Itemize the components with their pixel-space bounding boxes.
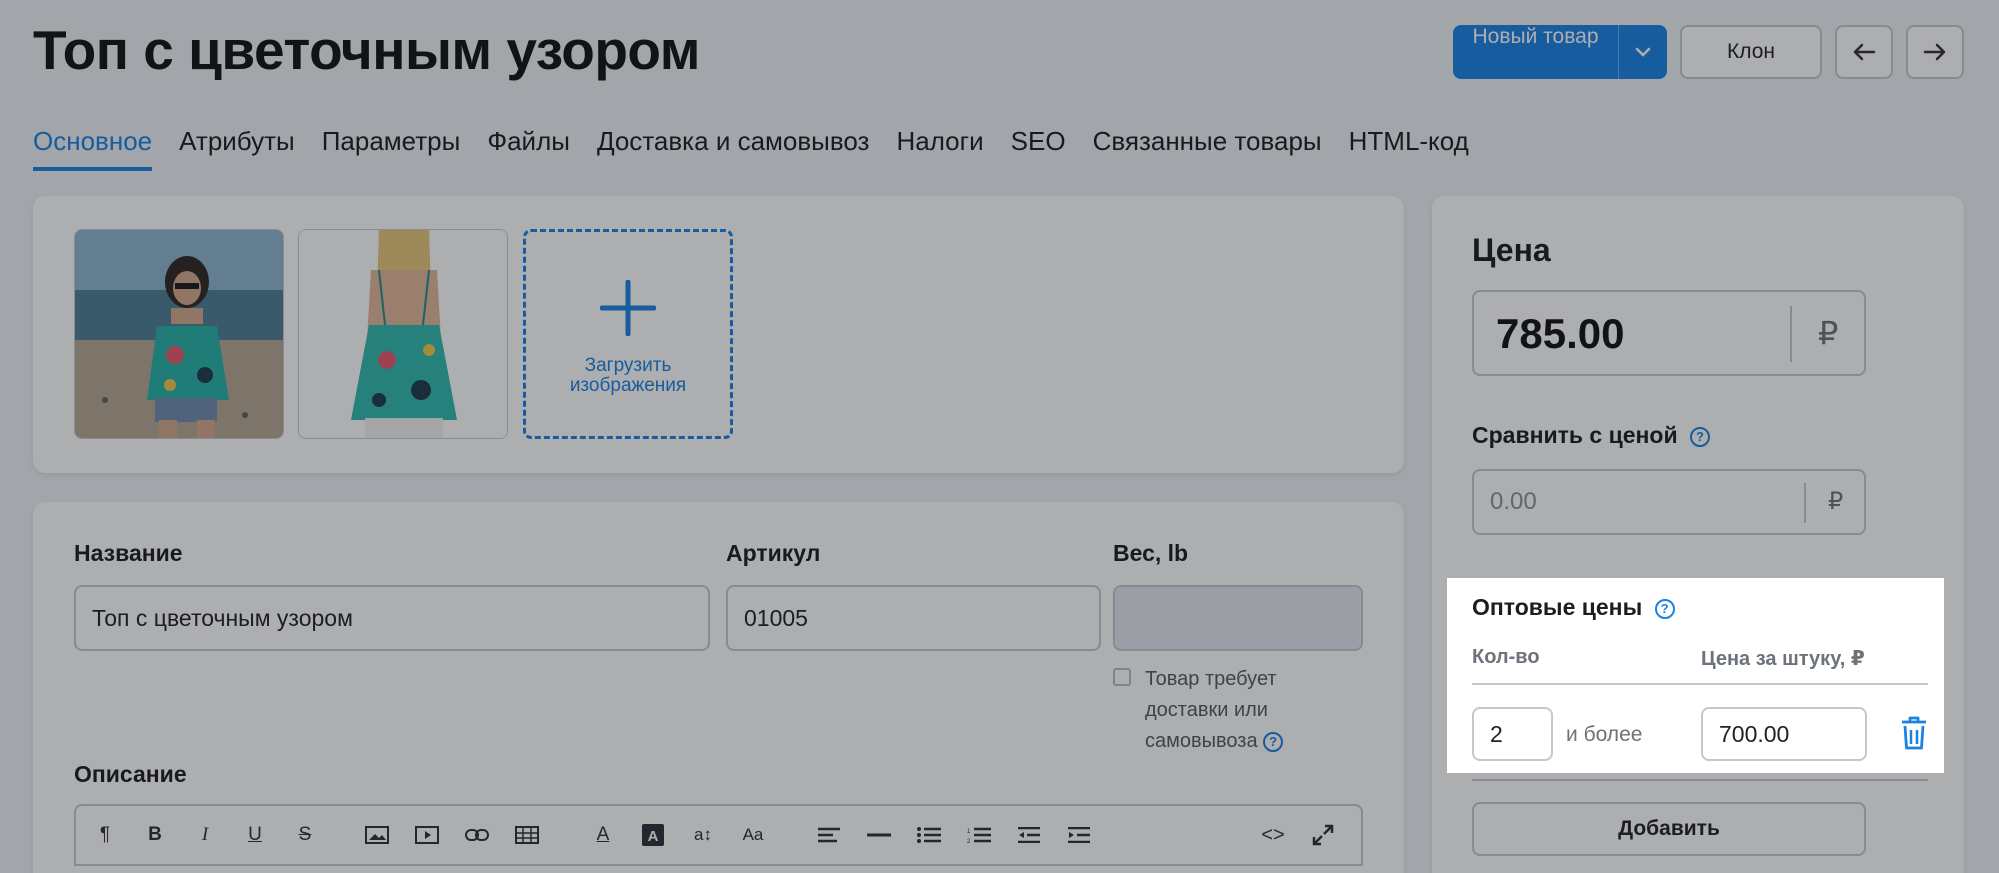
tab-seo[interactable]: SEO xyxy=(1011,126,1066,171)
indent-icon[interactable] xyxy=(1064,822,1094,848)
wholesale-qty-input[interactable]: 2 xyxy=(1472,707,1553,761)
editor-toolbar: ¶ B I U S A A a↕ Aa 12 <> xyxy=(74,804,1363,866)
add-wholesale-price-button[interactable]: Добавить xyxy=(1472,802,1866,856)
description-label: Описание xyxy=(74,761,187,787)
weight-input[interactable] xyxy=(1113,585,1363,651)
compare-price-label: Сравнить с ценой ? xyxy=(1472,422,1710,449)
plus-icon xyxy=(600,280,656,336)
shipping-checkbox-row[interactable]: Товар требует доставки или самовывоза ? xyxy=(1113,664,1363,757)
sku-input[interactable]: 01005 xyxy=(726,585,1101,651)
price-title: Цена xyxy=(1472,232,1551,268)
price-card: Цена 785.00 ₽ Сравнить с ценой ? 0.00 ₽ … xyxy=(1432,196,1964,873)
new-item-button[interactable]: Новый товар xyxy=(1453,25,1667,79)
upload-images-button[interactable]: Загрузить изображения xyxy=(523,229,733,439)
currency-symbol: ₽ xyxy=(1818,315,1839,351)
product-image-2[interactable] xyxy=(298,229,508,439)
price-value[interactable]: 785.00 xyxy=(1496,310,1624,358)
main-form-card: Название Топ с цветочным узором Артикул … xyxy=(33,502,1404,873)
tab-related[interactable]: Связанные товары xyxy=(1093,126,1322,171)
new-item-label[interactable]: Новый товар xyxy=(1453,25,1618,79)
background-color-icon[interactable]: A xyxy=(638,822,668,848)
tab-attributes[interactable]: Атрибуты xyxy=(179,126,295,171)
compare-price-placeholder: 0.00 xyxy=(1490,488,1537,515)
text-case-icon[interactable]: Aa xyxy=(738,822,768,848)
help-icon[interactable]: ? xyxy=(1654,598,1675,619)
divider xyxy=(1472,779,1928,781)
sku-label: Артикул xyxy=(726,540,821,566)
strikethrough-icon[interactable]: S xyxy=(290,822,320,848)
name-label: Название xyxy=(74,540,183,566)
name-input[interactable]: Топ с цветочным узором xyxy=(74,585,710,651)
arrow-left-icon xyxy=(1853,43,1876,61)
trash-icon[interactable] xyxy=(1900,716,1928,750)
svg-text:1: 1 xyxy=(967,829,971,835)
link-icon[interactable] xyxy=(462,822,492,848)
help-icon[interactable]: ? xyxy=(1263,731,1284,752)
compare-price-input[interactable]: 0.00 ₽ xyxy=(1472,469,1866,535)
tab-html[interactable]: HTML-код xyxy=(1349,126,1469,171)
compare-price-label-text: Сравнить с ценой xyxy=(1472,422,1678,448)
bold-icon[interactable]: B xyxy=(140,822,170,848)
unit-price-column-header: Цена за штуку, ₽ xyxy=(1701,648,1865,670)
paragraph-icon[interactable]: ¶ xyxy=(90,822,120,848)
divider xyxy=(1790,306,1792,362)
prev-item-button[interactable] xyxy=(1835,25,1893,79)
underline-icon[interactable]: U xyxy=(240,822,270,848)
tab-files[interactable]: Файлы xyxy=(487,126,570,171)
italic-icon[interactable]: I xyxy=(190,822,220,848)
shipping-checkbox-label: Товар требует доставки или самовывоза xyxy=(1145,668,1277,752)
tab-taxes[interactable]: Налоги xyxy=(896,126,983,171)
upload-images-label: Загрузить изображения xyxy=(569,355,687,396)
text-color-icon[interactable]: A xyxy=(588,822,618,848)
wholesale-prices-title-text: Оптовые цены xyxy=(1472,594,1643,620)
outdent-icon[interactable] xyxy=(1014,822,1044,848)
tab-shipping[interactable]: Доставка и самовывоз xyxy=(597,126,870,171)
wholesale-price-input[interactable]: 700.00 xyxy=(1701,707,1867,761)
image-icon[interactable] xyxy=(362,822,392,848)
clone-button[interactable]: Клон xyxy=(1680,25,1822,79)
divider xyxy=(1472,683,1928,685)
svg-text:2: 2 xyxy=(967,839,971,843)
code-icon[interactable]: <> xyxy=(1258,822,1288,848)
images-card: Загрузить изображения xyxy=(33,196,1404,473)
table-icon[interactable] xyxy=(512,822,542,848)
and-more-label: и более xyxy=(1566,723,1643,746)
divider xyxy=(1804,483,1806,523)
tab-main[interactable]: Основное xyxy=(33,126,153,171)
video-icon[interactable] xyxy=(412,822,442,848)
price-input[interactable]: 785.00 ₽ xyxy=(1472,290,1866,376)
weight-label: Вес, lb xyxy=(1113,540,1189,566)
help-icon[interactable]: ? xyxy=(1690,426,1710,447)
align-icon[interactable] xyxy=(814,822,844,848)
wholesale-prices-title: Оптовые цены ? xyxy=(1472,594,1675,621)
numbered-list-icon[interactable]: 12 xyxy=(964,822,994,848)
horizontal-rule-icon[interactable] xyxy=(864,822,894,848)
tab-bar: Основное Атрибуты Параметры Файлы Достав… xyxy=(33,126,1469,171)
fullscreen-icon[interactable] xyxy=(1308,822,1338,848)
svg-text:A: A xyxy=(648,828,659,845)
next-item-button[interactable] xyxy=(1906,25,1964,79)
font-size-icon[interactable]: a↕ xyxy=(688,822,718,848)
shipping-checkbox[interactable] xyxy=(1113,668,1131,686)
chevron-down-icon[interactable] xyxy=(1618,25,1667,79)
bullet-list-icon[interactable] xyxy=(914,822,944,848)
qty-column-header: Кол-во xyxy=(1472,646,1540,668)
page-title: Топ с цветочным узором xyxy=(33,19,700,81)
currency-symbol: ₽ xyxy=(1828,488,1844,515)
arrow-right-icon xyxy=(1923,43,1946,61)
tab-parameters[interactable]: Параметры xyxy=(322,126,461,171)
product-image-1[interactable] xyxy=(74,229,284,439)
